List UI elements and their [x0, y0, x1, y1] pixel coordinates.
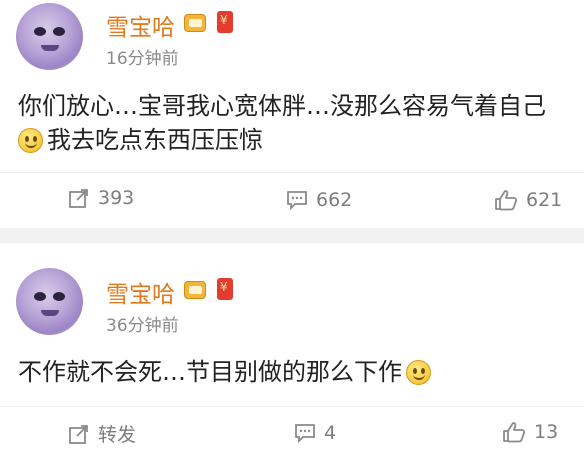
post-time: 36分钟前: [106, 316, 179, 336]
weibo-post: 雪宝哈 16分钟前 你们放心…宝哥我心宽体胖…没那么容易气着自己 我去吃点东西压…: [0, 0, 584, 228]
post-text-line: 你们放心…宝哥我心宽体胖…没那么容易气着自己: [18, 92, 546, 120]
comment-button[interactable]: 662: [286, 189, 352, 211]
smiley-emoji-icon: [18, 128, 43, 153]
like-button[interactable]: 13: [502, 421, 558, 443]
repost-button[interactable]: 转发: [68, 420, 136, 447]
post-text-continuation: 我去吃点东西压压惊: [47, 126, 263, 154]
username[interactable]: 雪宝哈: [106, 8, 175, 42]
comment-icon: [287, 191, 307, 210]
repost-label: 转发: [98, 424, 137, 446]
comment-count: 662: [316, 189, 353, 211]
post-text-line: 不作就不会死…节目别做的那么下作: [18, 356, 431, 388]
divider: [0, 406, 584, 407]
username[interactable]: 雪宝哈: [106, 275, 175, 309]
vip-badge-icon: [184, 281, 206, 299]
post-text-line: 我去吃点东西压压惊: [18, 124, 263, 156]
vip-badge-icon: [184, 14, 206, 32]
avatar[interactable]: [16, 268, 83, 335]
repost-icon: [69, 189, 88, 208]
repost-button[interactable]: 393: [68, 187, 134, 209]
post-time: 16分钟前: [106, 49, 179, 69]
like-count: 13: [534, 421, 559, 443]
smiley-emoji-icon: [406, 360, 431, 385]
avatar[interactable]: [16, 3, 83, 70]
comment-count: 4: [324, 422, 337, 444]
weibo-post: 雪宝哈 36分钟前 不作就不会死…节目别做的那么下作 转发 4 13: [0, 243, 584, 449]
comment-icon: [295, 424, 315, 443]
post-text: 不作就不会死…节目别做的那么下作: [18, 358, 402, 386]
comment-button[interactable]: 4: [294, 422, 336, 444]
thumbs-up-icon: [495, 190, 518, 211]
red-packet-icon[interactable]: [217, 11, 233, 33]
divider: [0, 172, 584, 173]
like-button[interactable]: 621: [494, 189, 562, 211]
red-packet-icon[interactable]: [217, 278, 233, 300]
thumbs-up-icon: [503, 422, 526, 443]
repost-icon: [69, 424, 88, 444]
like-count: 621: [526, 189, 563, 211]
repost-count: 393: [98, 187, 135, 209]
